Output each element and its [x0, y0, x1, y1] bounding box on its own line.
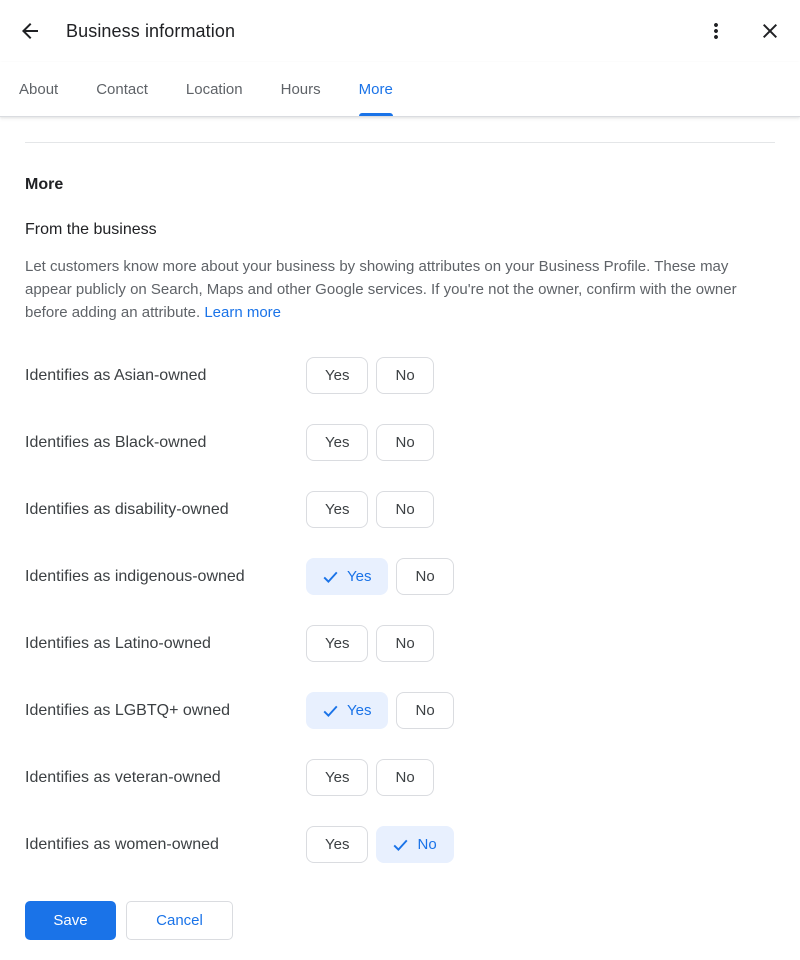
attribute-label: Identifies as Latino-owned: [25, 634, 211, 652]
learn-more-link[interactable]: Learn more: [204, 304, 281, 321]
content-divider: [25, 142, 775, 143]
tab-bar: About Contact Location Hours More: [0, 62, 800, 117]
tab-label: Location: [185, 80, 243, 98]
no-button[interactable]: No: [376, 357, 434, 394]
footer-actions: Save Cancel: [25, 901, 775, 960]
yes-button[interactable]: Yes: [306, 692, 389, 729]
attribute-choice-group: Yes No: [306, 424, 434, 461]
attribute-choice-group: Yes No: [306, 491, 434, 528]
attribute-label: Identifies as Black-owned: [25, 433, 207, 451]
attribute-row: Identifies as Asian-owned Yes No: [25, 357, 775, 394]
no-button[interactable]: No: [376, 759, 434, 796]
back-arrow-icon: [18, 19, 42, 43]
attribute-label: Identifies as disability-owned: [25, 500, 229, 518]
attribute-choice-group: Yes No: [306, 558, 454, 595]
section-subheading: From the business: [25, 221, 157, 238]
yes-button[interactable]: Yes: [306, 424, 369, 461]
yes-button[interactable]: Yes: [306, 826, 369, 863]
attribute-row: Identifies as disability-owned Yes No: [25, 491, 775, 528]
page-title: Business information: [66, 20, 236, 41]
attribute-row: Identifies as Black-owned Yes No: [25, 424, 775, 461]
yes-button[interactable]: Yes: [306, 558, 389, 595]
attribute-choice-group: Yes No: [306, 692, 454, 729]
no-button[interactable]: No: [376, 826, 454, 863]
no-button[interactable]: No: [376, 625, 434, 662]
header: Business information: [0, 0, 800, 62]
section-heading: More: [25, 176, 64, 193]
attribute-row: Identifies as LGBTQ+ owned Yes No: [25, 692, 775, 729]
no-button[interactable]: No: [396, 692, 454, 729]
tab-hours[interactable]: Hours: [262, 62, 340, 116]
attribute-row: Identifies as veteran-owned Yes No: [25, 759, 775, 796]
yes-button[interactable]: Yes: [306, 491, 369, 528]
save-button[interactable]: Save: [25, 901, 116, 940]
check-icon: [393, 839, 408, 851]
close-icon: [758, 19, 782, 43]
no-button[interactable]: No: [376, 491, 434, 528]
attribute-label: Identifies as women-owned: [25, 835, 219, 853]
yes-button[interactable]: Yes: [306, 625, 369, 662]
close-button[interactable]: [756, 17, 784, 45]
tab-label: More: [358, 80, 393, 98]
tab-location[interactable]: Location: [167, 62, 262, 116]
attribute-label: Identifies as LGBTQ+ owned: [25, 701, 230, 719]
yes-button[interactable]: Yes: [306, 357, 369, 394]
tab-label: About: [19, 80, 59, 98]
attribute-label: Identifies as indigenous-owned: [25, 567, 245, 585]
attribute-choice-group: Yes No: [306, 625, 434, 662]
attribute-choice-group: Yes No: [306, 357, 434, 394]
attribute-row: Identifies as Latino-owned Yes No: [25, 625, 775, 662]
attribute-row: Identifies as indigenous-owned Yes No: [25, 558, 775, 595]
cancel-button[interactable]: Cancel: [126, 901, 233, 940]
tab-label: Contact: [96, 80, 148, 98]
tab-label: Hours: [280, 80, 321, 98]
check-icon: [323, 705, 338, 717]
attribute-choice-group: Yes No: [306, 759, 434, 796]
attribute-row: Identifies as women-owned Yes No: [25, 826, 775, 863]
no-button[interactable]: No: [396, 558, 454, 595]
description-text: Let customers know more about your busin…: [25, 258, 737, 321]
content: More From the business Let customers kno…: [0, 142, 800, 960]
attribute-choice-group: Yes No: [306, 826, 454, 863]
back-button[interactable]: [16, 17, 44, 45]
check-icon: [323, 571, 338, 583]
tab-more[interactable]: More: [340, 62, 412, 116]
attribute-label: Identifies as Asian-owned: [25, 366, 207, 384]
attribute-label: Identifies as veteran-owned: [25, 768, 221, 786]
yes-button[interactable]: Yes: [306, 759, 369, 796]
section-description: Let customers know more about your busin…: [25, 255, 775, 324]
attribute-rows: Identifies as Asian-owned Yes No Identif…: [25, 357, 775, 863]
no-button[interactable]: No: [376, 424, 434, 461]
overflow-menu-button[interactable]: [702, 17, 730, 45]
tab-contact[interactable]: Contact: [77, 62, 167, 116]
kebab-menu-icon: [704, 19, 728, 43]
tab-about[interactable]: About: [0, 62, 77, 116]
